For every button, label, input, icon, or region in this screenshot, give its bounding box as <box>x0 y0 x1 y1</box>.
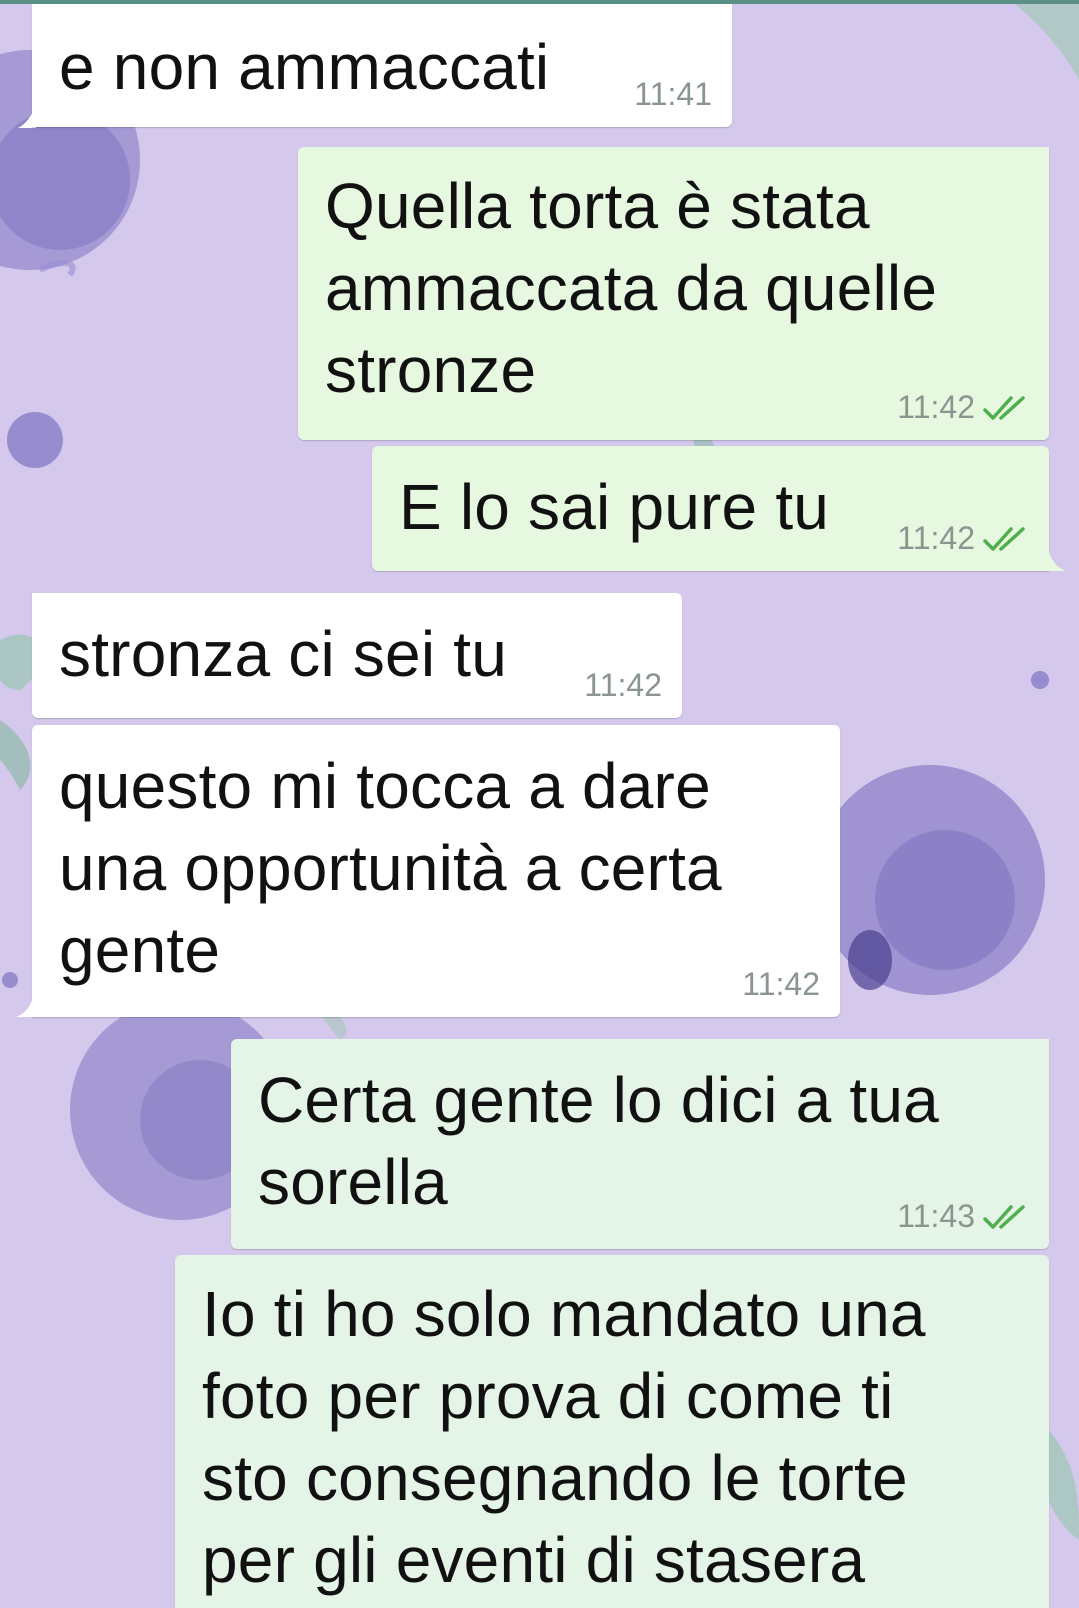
message-time: 11:42 <box>897 520 975 556</box>
read-double-check-icon <box>983 1204 1025 1229</box>
message-time: 11:42 <box>742 966 820 1002</box>
message-time: 11:41 <box>634 76 712 112</box>
message-bubble-incoming[interactable]: stronza ci sei tu 11:42 <box>32 593 682 718</box>
message-bubble-outgoing[interactable]: Certa gente lo dici a tua sorella 11:43 <box>231 1039 1049 1249</box>
bubble-tail <box>16 994 34 1017</box>
bubble-tail <box>1048 548 1066 571</box>
message-time: 11:42 <box>897 389 975 425</box>
message-text: Io ti ho solo mandato una foto per prova… <box>202 1278 926 1596</box>
message-text: stronza ci sei tu <box>59 618 508 690</box>
message-meta: 11:42 <box>897 520 1029 557</box>
message-meta: 11:42 <box>584 667 662 704</box>
message-meta: 11:43 <box>897 1198 1029 1235</box>
message-bubble-outgoing[interactable]: Quella torta è stata ammaccata da quelle… <box>298 147 1049 440</box>
message-text: e non ammaccati <box>59 31 550 103</box>
read-double-check-icon <box>983 526 1025 551</box>
read-double-check-icon <box>983 395 1025 420</box>
message-text: E lo sai pure tu <box>399 471 830 543</box>
message-text: Quella torta è stata ammaccata da quelle… <box>325 170 938 406</box>
message-meta: 11:41 <box>634 76 712 113</box>
message-bubble-incoming[interactable]: questo mi tocca a dare una opportunità a… <box>32 725 840 1017</box>
message-text: Certa gente lo dici a tua sorella <box>258 1064 939 1218</box>
message-meta: 11:42 <box>742 966 820 1003</box>
message-bubble-outgoing[interactable]: E lo sai pure tu 11:42 <box>372 446 1049 571</box>
message-bubble-outgoing[interactable]: Io ti ho solo mandato una foto per prova… <box>175 1255 1049 1608</box>
message-time: 11:42 <box>584 667 662 703</box>
message-time: 11:43 <box>897 1198 975 1234</box>
message-text: questo mi tocca a dare una opportunità a… <box>59 750 722 986</box>
message-meta: 11:42 <box>897 389 1029 426</box>
message-bubble-incoming[interactable]: e non ammaccati 11:41 <box>32 4 732 127</box>
